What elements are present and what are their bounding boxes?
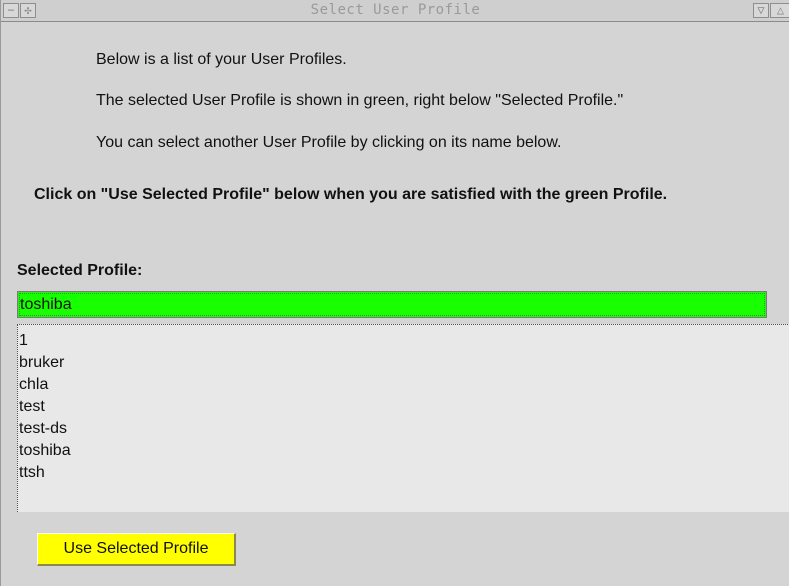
- use-selected-profile-button[interactable]: Use Selected Profile: [37, 533, 236, 566]
- list-item[interactable]: 1: [19, 330, 28, 352]
- instruction-line-3: You can select another User Profile by c…: [96, 134, 562, 151]
- instruction-line-2: The selected User Profile is shown in gr…: [96, 92, 624, 109]
- instruction-line-4: Click on "Use Selected Profile" below wh…: [34, 186, 668, 203]
- list-item[interactable]: bruker: [19, 352, 64, 374]
- list-item[interactable]: test-ds: [19, 418, 67, 440]
- instruction-line-1: Below is a list of your User Profiles.: [96, 51, 347, 68]
- list-item[interactable]: toshiba: [19, 440, 71, 462]
- title-bar[interactable]: − ✣ Select User Profile ▽ △: [1, 0, 789, 22]
- list-item[interactable]: ttsh: [19, 462, 45, 484]
- maximize-icon[interactable]: △: [770, 3, 789, 18]
- list-item[interactable]: test: [19, 396, 45, 418]
- profile-list[interactable]: 1 bruker chla test test-ds toshiba ttsh: [17, 324, 789, 512]
- minimize-icon[interactable]: ▽: [753, 3, 769, 18]
- selected-profile-value: toshiba: [20, 296, 72, 313]
- selected-profile-label: Selected Profile:: [17, 262, 143, 279]
- list-item[interactable]: chla: [19, 374, 48, 396]
- window-title: Select User Profile: [310, 2, 481, 18]
- select-user-profile-window: − ✣ Select User Profile ▽ △ Below is a l…: [0, 0, 789, 586]
- selected-profile-field: toshiba: [17, 291, 767, 318]
